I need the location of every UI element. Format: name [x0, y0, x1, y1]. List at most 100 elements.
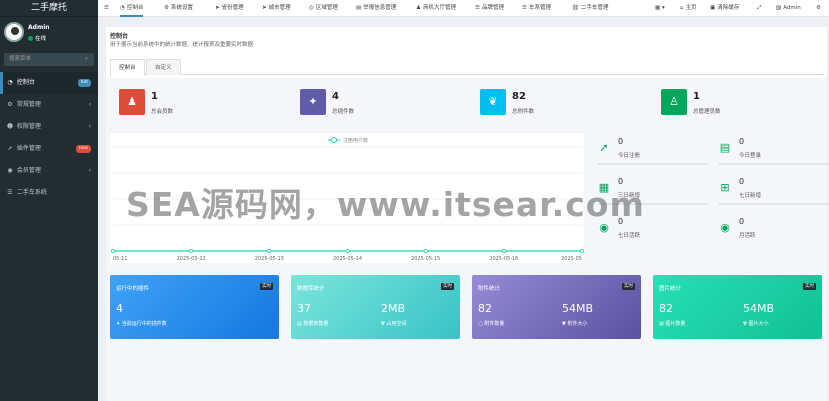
user-avatar-icon: ▨ — [776, 5, 782, 11]
data-point[interactable] — [501, 249, 506, 254]
chevron-left-icon: ‹ — [88, 167, 91, 174]
x-tick-label: 2025-05-14 — [333, 256, 362, 262]
search-placeholder: 搜索菜单 — [9, 56, 32, 62]
nav-tab-used-cars[interactable]: ⛓ 二手车管理 — [572, 0, 609, 17]
stat-admins: ♙ 1 总管理员数 — [661, 89, 829, 119]
user-icon: ♙ — [661, 89, 687, 115]
legend-label[interactable]: 注册用户数 — [343, 137, 368, 144]
users-icon: ☻ — [6, 123, 14, 130]
compass-icon: ◎ — [309, 5, 314, 11]
sidebar-item-label: 会员管理 — [16, 167, 41, 174]
nav-tab-regions[interactable]: ◎ 区域管理 — [309, 0, 338, 17]
nav-tab-label: 举报信息管理 — [363, 5, 397, 11]
vcard-icon: ▤ — [719, 141, 731, 154]
top-nav: ☰ ◔ 控制台 ⚙ 系统设置 ➤ 省份管理 ➤ 城市管理 ◎ 区域管理 ▤ 举报信息管理 ♟… — [98, 0, 829, 17]
stat-value: 82 — [512, 91, 526, 102]
box-value-secondary: 54MB — [562, 302, 594, 315]
data-point[interactable] — [423, 249, 428, 254]
stat-label: 总会员数 — [151, 109, 174, 115]
fullscreen-icon[interactable]: ⤢ — [757, 0, 761, 17]
box-label: ✦ 当前运行中的插件数 — [116, 320, 167, 327]
user-menu[interactable]: ▨ Admin — [776, 0, 801, 17]
stat-value: 1 — [151, 91, 158, 102]
box-database: 数据库统计 实时 37 2MB ▤ 数据表数量 ▼ 占用空间 — [291, 275, 460, 339]
page-subtitle: 用于展示当前系统中的统计数据、统计报表及重要实时数据 — [110, 42, 254, 48]
home-link[interactable]: ⌂ 主页 — [680, 0, 697, 17]
nav-tab-brands[interactable]: ☰ 品牌管理 — [475, 0, 504, 17]
data-point[interactable] — [267, 249, 272, 254]
data-point[interactable] — [110, 249, 116, 254]
x-tick-label: 2025-05 — [561, 256, 582, 262]
nav-tab-reports[interactable]: ▤ 举报信息管理 — [356, 0, 396, 17]
user-status: 在线 — [28, 34, 46, 42]
realtime-tag: 实时 — [622, 283, 635, 290]
settings-gear-icon[interactable]: ⚙ — [816, 0, 821, 17]
x-tick-label: 2025-05-12 — [177, 256, 206, 262]
sidebar-item-label: 二手车系统 — [16, 189, 47, 196]
sidebar-item-general[interactable]: ⚙ 常规管理 ‹ — [0, 94, 98, 116]
search-input[interactable]: 搜索菜单 ⌕ — [4, 53, 94, 66]
users-icon: ♟ — [119, 89, 145, 115]
search-icon[interactable]: ⌕ — [85, 53, 88, 66]
user-menu-label: Admin — [783, 5, 801, 11]
sidebar-item-plugins[interactable]: ➚ 插件管理 new — [0, 138, 98, 160]
box-label: ▤ 数据表数量 — [297, 320, 328, 327]
data-point[interactable] — [189, 249, 194, 254]
sidebar-item-dashboard[interactable]: ◔ 控制台 hot — [0, 72, 98, 94]
page-tabs: 控制台 自定义 — [110, 57, 823, 76]
stat-value: 1 — [693, 91, 700, 102]
magic-icon: ✦ — [300, 89, 326, 115]
box-label-secondary: ▼ 图片大小 — [743, 320, 768, 327]
box-title: 运行中的插件 — [116, 286, 150, 292]
stat-label: 总附件数 — [512, 109, 535, 115]
realtime-tag: 实时 — [803, 283, 816, 290]
chevron-left-icon: ‹ — [88, 123, 91, 130]
mini-stat-bar — [598, 163, 708, 165]
hot-badge: hot — [77, 79, 91, 87]
clear-cache-label: 清除缓存 — [717, 5, 740, 11]
mini-stat-label: 七日新增 — [739, 193, 762, 199]
nav-tab-label: 省份管理 — [221, 5, 244, 11]
box-label-text: 图片数量 — [665, 321, 686, 327]
stat-plugins: ✦ 4 总插件数 — [300, 89, 470, 119]
trash-icon: ▣ — [710, 5, 716, 11]
nav-tab-cities[interactable]: ➤ 城市管理 — [262, 0, 291, 17]
sidebar-item-label: 控制台 — [16, 79, 35, 86]
box-attachments: 附件统计 实时 82 54MB ▢ 附件数量 ▼ 附件大小 — [472, 275, 641, 339]
clear-cache-button[interactable]: ▣ 清除缓存 — [710, 0, 739, 17]
box-images: 图片统计 实时 82 54MB ▨ 图片数量 ▼ 图片大小 — [653, 275, 822, 339]
list-icon: ☰ — [7, 189, 13, 196]
id-card-icon: ▤ — [356, 5, 362, 11]
box-value: 82 — [659, 302, 673, 315]
legend-marker[interactable] — [331, 137, 337, 143]
app-logo[interactable]: 二手摩托 — [0, 0, 98, 17]
user-icon: ♟ — [416, 5, 421, 11]
nav-tab-dashboard[interactable]: ◔ 控制台 — [120, 0, 144, 17]
mini-stat-value: 0 — [739, 177, 745, 186]
stat-label: 总插件数 — [332, 109, 355, 115]
box-label-text: 附件大小 — [567, 321, 588, 327]
nav-tab-opportunities[interactable]: ♟ 商机大厅管理 — [416, 0, 456, 17]
nav-tab-provinces[interactable]: ➤ 省份管理 — [215, 0, 244, 17]
rocket-icon: ➚ — [599, 141, 609, 154]
data-point[interactable] — [579, 249, 584, 254]
box-running-plugins: 运行中的插件 实时 4 ✦ 当前运行中的插件数 — [110, 275, 279, 339]
menu-toggle-icon[interactable]: ☰ — [104, 0, 109, 17]
nav-tab-settings[interactable]: ⚙ 系统设置 — [164, 0, 193, 17]
rocket-icon: ➚ — [7, 145, 13, 152]
mini-stat-today-register: ➚ 0 今日注册 — [598, 137, 708, 169]
list-icon: ☰ — [475, 5, 480, 11]
tab-dashboard[interactable]: 控制台 — [110, 59, 145, 76]
sidebar-item-used-cars[interactable]: ☰ 二手车系统 — [0, 182, 98, 204]
box-value-secondary: 2MB — [381, 302, 406, 315]
mini-stat-bar — [719, 163, 829, 165]
mini-stat-value: 0 — [739, 137, 745, 146]
data-point[interactable] — [345, 249, 350, 254]
more-dropdown[interactable]: ▦ ▾ — [655, 0, 665, 17]
tab-custom[interactable]: 自定义 — [146, 59, 181, 75]
sidebar-item-auth[interactable]: ☻ 权限管理 ‹ — [0, 116, 98, 138]
sidebar-item-members[interactable]: ◉ 会员管理 ‹ — [0, 160, 98, 182]
nav-tab-series[interactable]: ☰ 车系管理 — [522, 0, 551, 17]
box-title: 图片统计 — [659, 286, 682, 292]
box-value-secondary: 54MB — [743, 302, 775, 315]
